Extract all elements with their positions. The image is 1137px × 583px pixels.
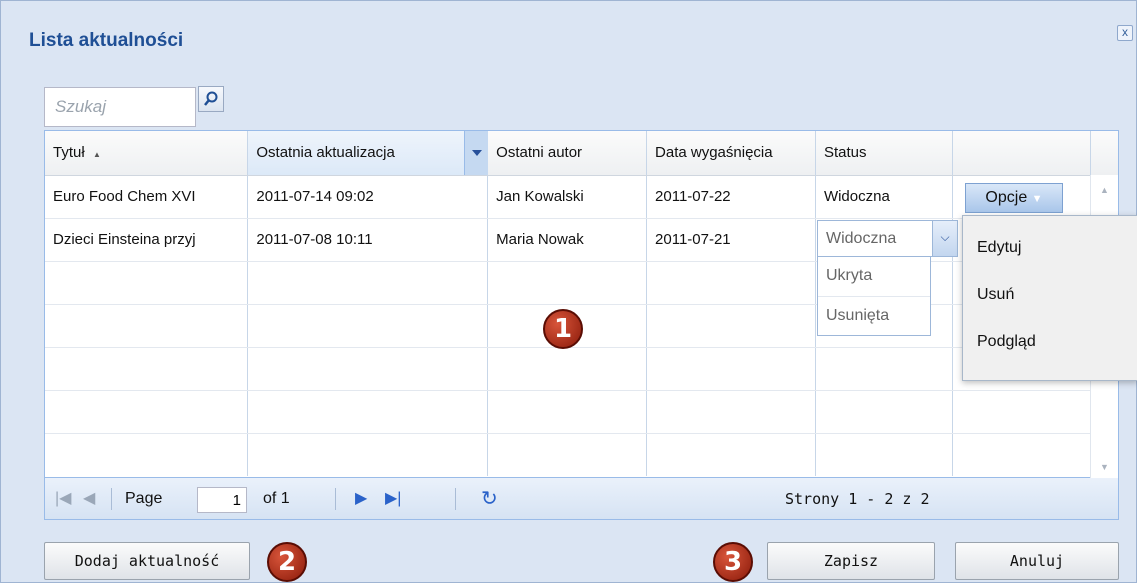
- close-button[interactable]: x: [1117, 25, 1133, 41]
- annotation-marker-1: 1: [543, 309, 583, 349]
- cell-author: Jan Kowalski: [487, 175, 648, 219]
- status-option-hidden[interactable]: Ukryta: [818, 257, 930, 296]
- annotation-marker-3: 3: [713, 542, 753, 582]
- news-list-dialog: Lista aktualności x Tytuł ▲ Ostatnia akt…: [0, 0, 1137, 583]
- options-button[interactable]: Opcje ▼: [965, 183, 1063, 213]
- cell-updated: 2011-07-14 09:02: [247, 175, 489, 219]
- column-header-author[interactable]: Ostatni autor: [487, 131, 648, 176]
- status-select[interactable]: Widoczna ⌵: [817, 220, 958, 257]
- scroll-down-icon[interactable]: ▼: [1100, 462, 1109, 472]
- page-input[interactable]: [197, 487, 247, 513]
- column-header-spacer: [1090, 131, 1118, 176]
- cell-title: Dzieci Einsteina przyj: [45, 218, 249, 262]
- sort-ascending-icon: ▲: [93, 150, 101, 160]
- cell-status[interactable]: Widoczna: [815, 175, 953, 219]
- cell-expires: 2011-07-21: [646, 218, 816, 262]
- news-grid: Tytuł ▲ Ostatnia aktualizacja Ostatni au…: [44, 130, 1119, 478]
- column-menu-trigger[interactable]: [464, 131, 488, 175]
- next-page-icon[interactable]: ▶: [355, 478, 367, 520]
- cell-updated: 2011-07-08 10:11: [247, 218, 489, 262]
- chevron-down-icon: [471, 150, 482, 156]
- column-header-actions: [952, 131, 1091, 176]
- cell-expires: 2011-07-22: [646, 175, 816, 219]
- table-row: [45, 433, 1118, 476]
- cell-author: Maria Nowak: [487, 218, 648, 262]
- table-row[interactable]: Euro Food Chem XVI 2011-07-14 09:02 Jan …: [45, 175, 1118, 219]
- first-page-icon[interactable]: |◀: [55, 478, 71, 520]
- search-button[interactable]: [198, 86, 224, 112]
- caret-down-icon: ▼: [1031, 193, 1043, 205]
- pagination-toolbar: |◀ ◀ Page of 1 ▶ ▶| ↻ Strony 1 - 2 z 2: [44, 478, 1119, 520]
- options-menu: Edytuj Usuń Podgląd: [962, 215, 1137, 381]
- column-header-title[interactable]: Tytuł ▲: [45, 131, 249, 176]
- add-news-button[interactable]: Dodaj aktualność: [44, 542, 250, 580]
- search-icon: [204, 91, 218, 106]
- column-header-expiry[interactable]: Data wygaśnięcia: [646, 131, 816, 176]
- menu-item-edit[interactable]: Edytuj: [963, 239, 1137, 286]
- menu-item-delete[interactable]: Usuń: [963, 286, 1137, 333]
- scroll-up-icon[interactable]: ▲: [1100, 185, 1109, 195]
- menu-item-preview[interactable]: Podgląd: [963, 333, 1137, 380]
- column-header-status[interactable]: Status: [815, 131, 953, 176]
- table-row: [45, 390, 1118, 434]
- page-total: of 1: [263, 490, 290, 507]
- column-header-last-update[interactable]: Ostatnia aktualizacja: [247, 131, 489, 176]
- save-button[interactable]: Zapisz: [767, 542, 935, 580]
- dialog-title: Lista aktualności: [29, 30, 184, 51]
- table-row: [45, 261, 1118, 305]
- cancel-button[interactable]: Anuluj: [955, 542, 1119, 580]
- page-summary: Strony 1 - 2 z 2: [785, 490, 930, 508]
- news-table: Tytuł ▲ Ostatnia aktualizacja Ostatni au…: [45, 131, 1118, 476]
- refresh-icon[interactable]: ↻: [481, 478, 498, 520]
- chevron-down-icon[interactable]: ⌵: [932, 221, 957, 256]
- last-page-icon[interactable]: ▶|: [385, 478, 401, 520]
- prev-page-icon[interactable]: ◀: [83, 478, 95, 520]
- page-label: Page: [125, 490, 163, 507]
- status-option-deleted[interactable]: Usunięta: [818, 296, 930, 335]
- status-select-value: Widoczna: [826, 230, 897, 247]
- search-input[interactable]: [44, 87, 196, 127]
- table-row: [45, 347, 1118, 391]
- cell-title: Euro Food Chem XVI: [45, 175, 249, 219]
- annotation-marker-2: 2: [267, 542, 307, 582]
- status-options-list: Ukryta Usunięta: [817, 256, 931, 336]
- search-box: [44, 84, 224, 129]
